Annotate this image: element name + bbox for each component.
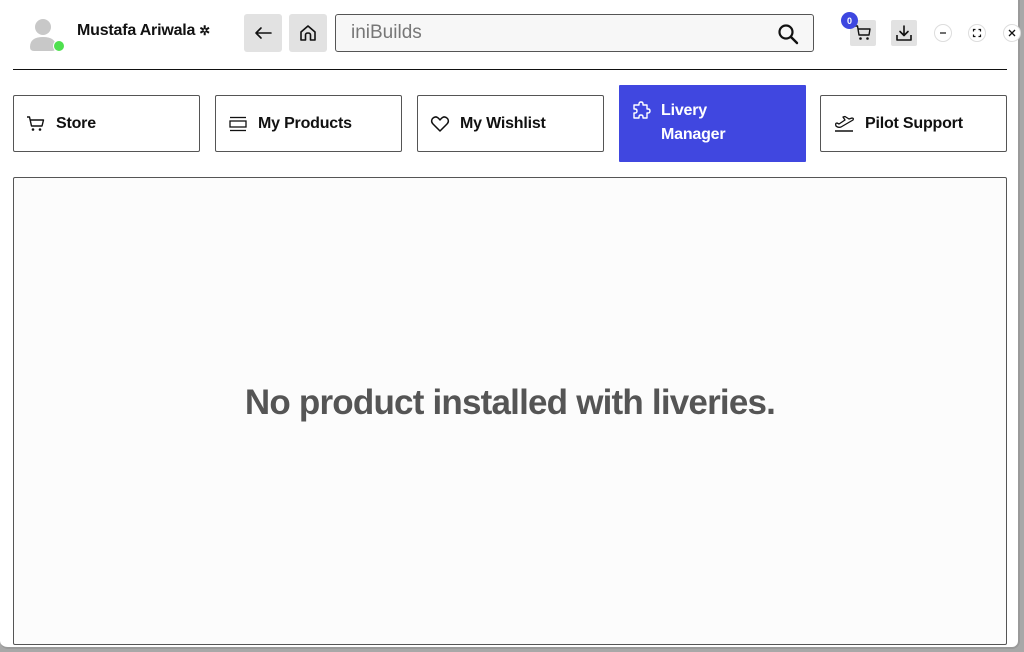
home-icon: [300, 25, 316, 41]
puzzle-icon: [633, 101, 651, 119]
livery-content-panel: No product installed with liveries.: [13, 177, 1007, 645]
minimize-icon: [940, 32, 946, 34]
online-status-indicator: [53, 40, 65, 52]
tab-my-wishlist[interactable]: My Wishlist: [417, 95, 604, 152]
tab-my-products-label: My Products: [258, 114, 352, 132]
user-name-label: Mustafa Ariwala: [77, 22, 196, 39]
maximize-button[interactable]: [968, 24, 986, 42]
home-button[interactable]: [289, 14, 327, 52]
maximize-icon: [972, 28, 982, 38]
search-input[interactable]: [336, 21, 773, 45]
user-avatar[interactable]: [28, 17, 65, 53]
app-window: Mustafa Ariwala ✲ 0: [0, 0, 1021, 649]
search-icon[interactable]: [777, 23, 799, 45]
close-button[interactable]: [1003, 24, 1021, 42]
cart-icon: [855, 25, 871, 40]
tab-my-wishlist-label: My Wishlist: [460, 114, 546, 132]
download-icon: [896, 25, 912, 41]
tab-pilot-support[interactable]: Pilot Support: [820, 95, 1007, 152]
top-bar: Mustafa Ariwala ✲ 0: [0, 0, 1021, 70]
plane-icon: [835, 115, 854, 132]
header-divider: [13, 69, 1007, 70]
tab-pilot-support-label: Pilot Support: [865, 114, 963, 132]
empty-state-message: No product installed with liveries.: [244, 383, 776, 422]
tab-store[interactable]: Store: [13, 95, 200, 152]
tab-livery-manager[interactable]: Livery Manager: [619, 85, 806, 162]
heart-icon: [430, 115, 450, 132]
cart-icon: [27, 115, 45, 131]
cart-count-badge: 0: [841, 12, 858, 29]
close-icon: [1008, 29, 1016, 37]
download-button[interactable]: [891, 20, 917, 46]
products-icon: [229, 116, 247, 131]
user-name[interactable]: Mustafa Ariwala ✲: [77, 22, 210, 40]
tab-store-label: Store: [56, 114, 96, 132]
minimize-button[interactable]: [934, 24, 952, 42]
tab-livery-manager-label: Livery Manager: [661, 102, 726, 143]
gear-icon[interactable]: ✲: [199, 23, 210, 39]
tab-my-products[interactable]: My Products: [215, 95, 402, 152]
back-button[interactable]: [244, 14, 282, 52]
search-field[interactable]: [335, 14, 814, 52]
arrow-left-icon: [255, 27, 272, 39]
